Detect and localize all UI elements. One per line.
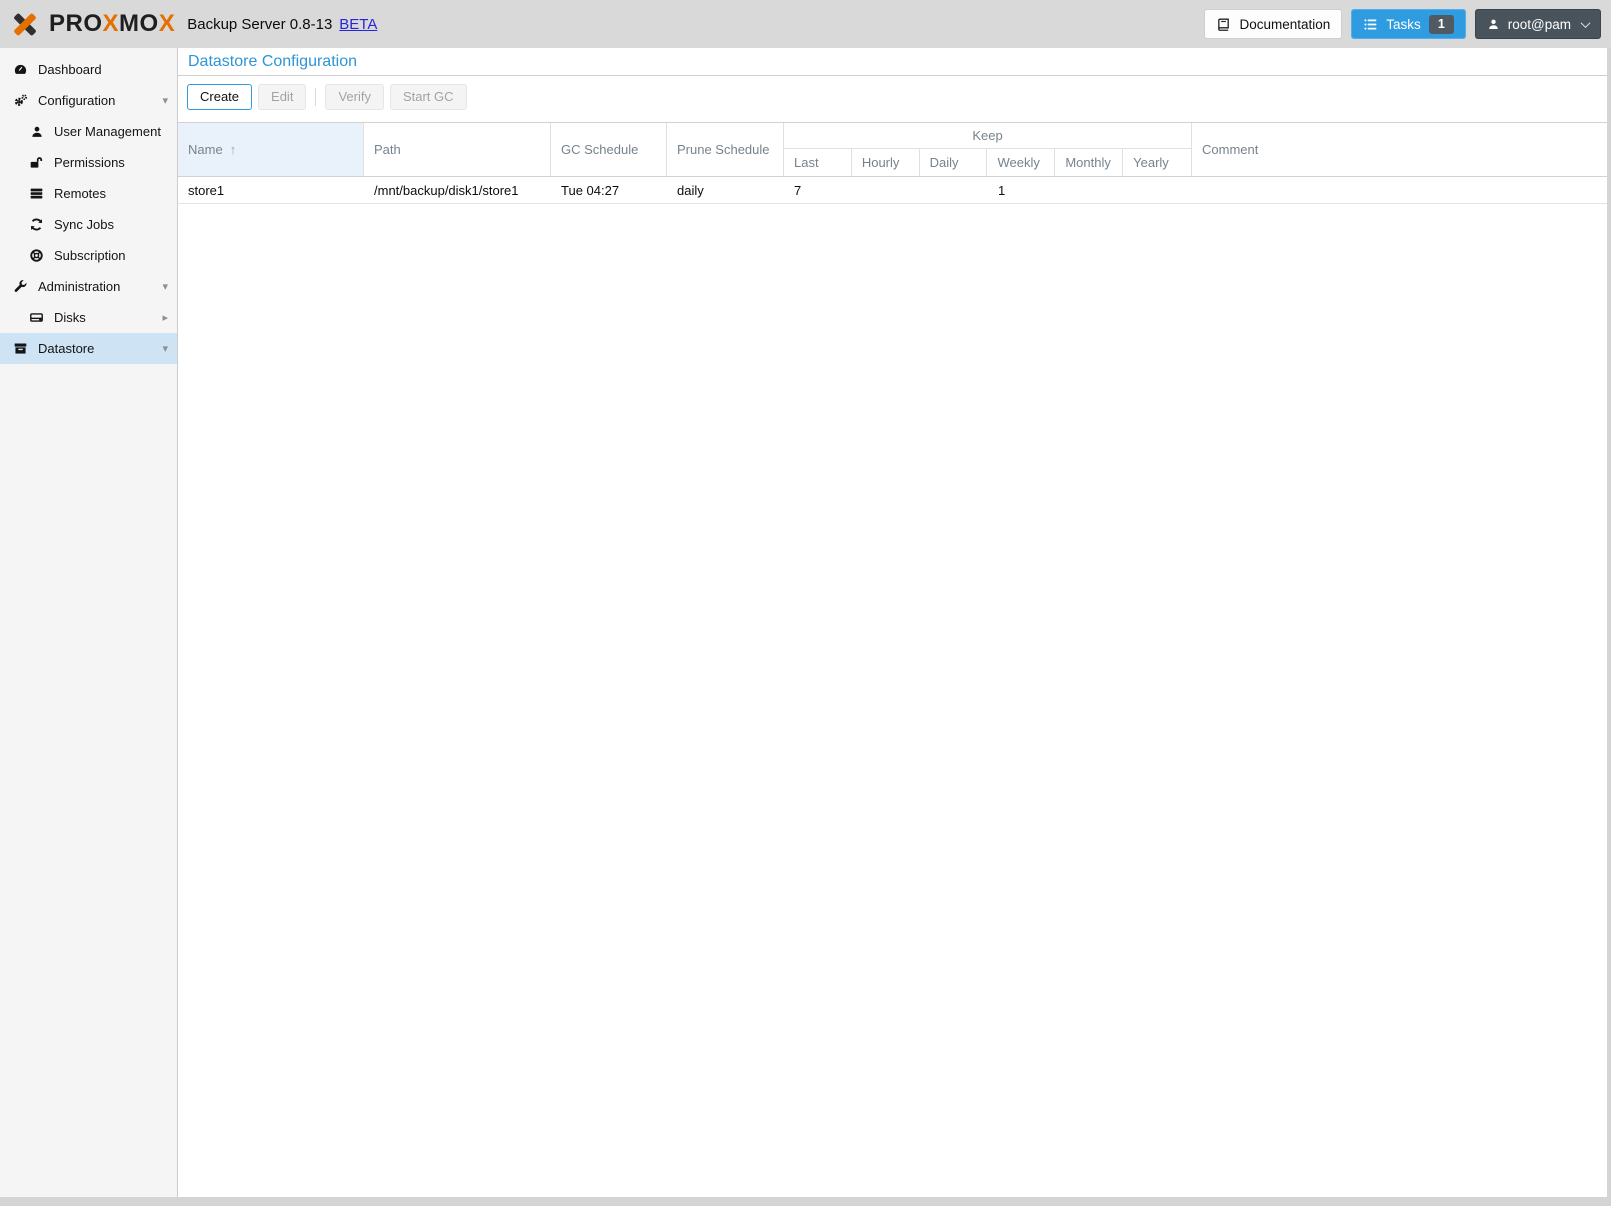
table-row[interactable]: store1 /mnt/backup/disk1/store1 Tue 04:2…	[178, 177, 1607, 204]
proxmox-logo: PROXMOX	[10, 9, 175, 39]
task-list-icon	[1363, 17, 1378, 32]
sidebar-item-label: Datastore	[38, 341, 162, 356]
sidebar-item-label: Permissions	[54, 155, 177, 170]
sidebar-item-label: Disks	[54, 310, 162, 325]
page-title: Datastore Configuration	[178, 48, 1607, 76]
tasks-label: Tasks	[1386, 17, 1421, 32]
edit-button[interactable]: Edit	[258, 84, 306, 110]
column-header-label: Path	[374, 142, 401, 157]
book-icon	[1216, 17, 1231, 32]
app-header: PROXMOX Backup Server 0.8-13 BETA Docume…	[0, 0, 1611, 48]
toolbar-separator	[315, 88, 316, 106]
cell-path: /mnt/backup/disk1/store1	[364, 183, 551, 198]
documentation-label: Documentation	[1239, 17, 1330, 32]
dashboard-icon	[12, 62, 29, 77]
sidebar-item-label: Sync Jobs	[54, 217, 177, 232]
sidebar-item-remotes[interactable]: Remotes	[0, 178, 177, 209]
sync-icon	[28, 217, 45, 232]
life-ring-icon	[28, 248, 45, 263]
column-header-name[interactable]: Name ↑	[178, 123, 364, 176]
column-header-keep-yearly[interactable]: Yearly	[1123, 149, 1191, 176]
column-header-keep-daily[interactable]: Daily	[920, 149, 988, 176]
sidebar-item-disks[interactable]: Disks ▸	[0, 302, 177, 333]
column-header-keep-weekly[interactable]: Weekly	[987, 149, 1055, 176]
sidebar-item-label: Dashboard	[38, 62, 177, 77]
list-bars-icon	[28, 186, 45, 201]
cell-prune-schedule: daily	[667, 183, 784, 198]
sidebar-item-label: Subscription	[54, 248, 177, 263]
column-group-keep: Keep Last Hourly Daily Weekly Monthly Ye…	[784, 123, 1192, 176]
user-icon	[28, 125, 45, 139]
beta-link[interactable]: BETA	[339, 16, 377, 33]
sidebar-item-label: Remotes	[54, 186, 177, 201]
column-header-keep-monthly[interactable]: Monthly	[1055, 149, 1123, 176]
chevron-down-icon: ▾	[162, 280, 168, 293]
sidebar-item-sync-jobs[interactable]: Sync Jobs	[0, 209, 177, 240]
column-header-path[interactable]: Path	[364, 123, 551, 176]
create-button[interactable]: Create	[187, 84, 252, 110]
sidebar-item-label: User Management	[54, 124, 177, 139]
keep-group-label: Keep	[784, 123, 1191, 149]
main-panel: Datastore Configuration Create Edit Veri…	[178, 48, 1607, 1197]
proxmox-wordmark: PROXMOX	[49, 10, 175, 38]
chevron-down-icon	[1581, 18, 1591, 28]
cell-gc-schedule: Tue 04:27	[551, 183, 667, 198]
sidebar-item-administration[interactable]: Administration ▾	[0, 271, 177, 302]
chevron-down-icon: ▾	[162, 342, 168, 355]
column-header-comment[interactable]: Comment	[1192, 123, 1607, 176]
cell-name: store1	[178, 183, 364, 198]
tasks-count-badge: 1	[1429, 15, 1454, 34]
archive-box-icon	[12, 341, 29, 356]
column-header-keep-hourly[interactable]: Hourly	[852, 149, 920, 176]
table-header-row: Name ↑ Path GC Schedule Prune Schedule K…	[178, 122, 1607, 177]
keep-subcolumns: Last Hourly Daily Weekly Monthly Yearly	[784, 149, 1191, 176]
sidebar-item-configuration[interactable]: Configuration ▾	[0, 85, 177, 116]
sidebar-item-subscription[interactable]: Subscription	[0, 240, 177, 271]
cell-keep-weekly: 1	[988, 183, 1056, 198]
sidebar-item-label: Administration	[38, 279, 162, 294]
column-header-label: Prune Schedule	[677, 142, 770, 157]
user-menu-button[interactable]: root@pam	[1475, 9, 1601, 39]
datastore-table: Name ↑ Path GC Schedule Prune Schedule K…	[178, 122, 1607, 204]
gears-icon	[12, 93, 29, 108]
sidebar-item-permissions[interactable]: Permissions	[0, 147, 177, 178]
wrench-icon	[12, 279, 29, 294]
toolbar: Create Edit Verify Start GC	[178, 76, 1607, 117]
proxmox-x-icon	[10, 9, 40, 39]
column-header-label: Comment	[1202, 142, 1258, 157]
sidebar-item-dashboard[interactable]: Dashboard	[0, 54, 177, 85]
column-header-gc-schedule[interactable]: GC Schedule	[551, 123, 667, 176]
sort-ascending-icon: ↑	[230, 142, 237, 157]
documentation-button[interactable]: Documentation	[1204, 9, 1342, 39]
column-header-label: GC Schedule	[561, 142, 638, 157]
verify-button[interactable]: Verify	[325, 84, 384, 110]
user-label: root@pam	[1508, 17, 1571, 32]
header-buttons: Documentation Tasks 1 root@pam	[1204, 9, 1601, 39]
column-header-label: Name	[188, 142, 223, 157]
user-icon	[1487, 18, 1500, 31]
column-header-prune-schedule[interactable]: Prune Schedule	[667, 123, 784, 176]
chevron-right-icon: ▸	[162, 311, 168, 324]
column-header-keep-last[interactable]: Last	[784, 149, 852, 176]
cell-keep-last: 7	[784, 183, 852, 198]
sidebar: Dashboard Configuration ▾ User Managemen…	[0, 48, 178, 1197]
chevron-down-icon: ▾	[162, 94, 168, 107]
sidebar-item-user-management[interactable]: User Management	[0, 116, 177, 147]
unlock-icon	[28, 155, 45, 170]
start-gc-button[interactable]: Start GC	[390, 84, 467, 110]
sidebar-item-datastore[interactable]: Datastore ▾	[0, 333, 177, 364]
sidebar-item-label: Configuration	[38, 93, 162, 108]
product-title: Backup Server 0.8-13	[187, 16, 332, 33]
hard-disk-icon	[28, 310, 45, 325]
tasks-button[interactable]: Tasks 1	[1351, 9, 1465, 39]
